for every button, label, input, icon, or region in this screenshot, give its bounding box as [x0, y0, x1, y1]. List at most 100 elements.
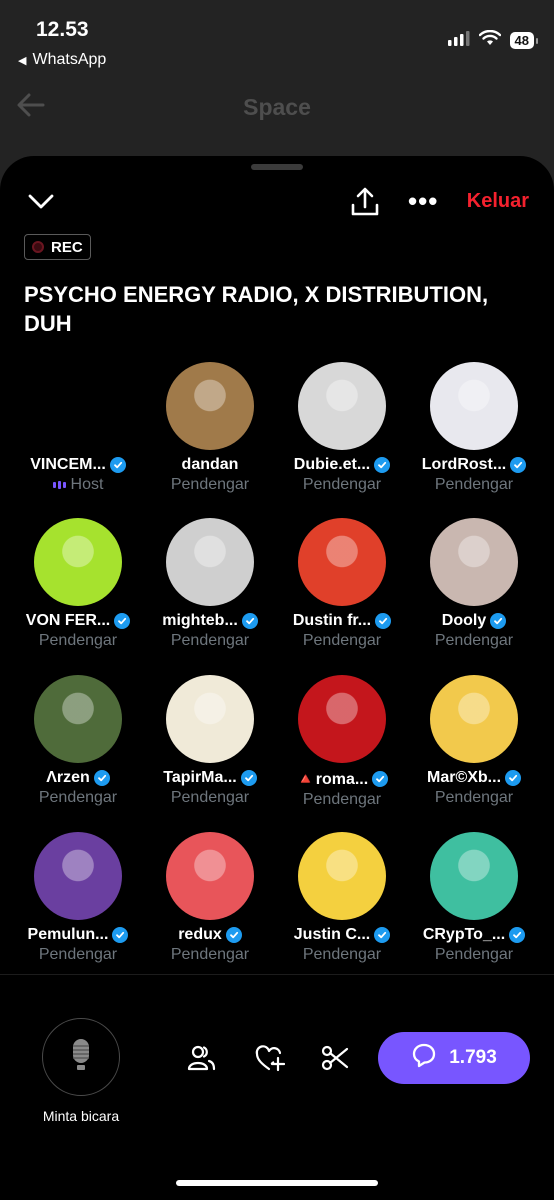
participant-role-row: Pendengar — [408, 632, 540, 650]
avatar[interactable] — [166, 832, 254, 920]
comment-count: 1.793 — [449, 1047, 497, 1068]
comments-button[interactable]: 1.793 — [378, 1032, 530, 1084]
space-sheet: ••• Keluar REC PSYCHO ENERGY RADIO, X DI… — [0, 156, 554, 1200]
avatar[interactable] — [166, 518, 254, 606]
participant-role: Host — [70, 476, 104, 493]
participant-name-row: Λrzen — [12, 769, 144, 787]
participant-name: CRypTo_... — [422, 926, 506, 943]
participant-role-row: Pendengar — [12, 789, 144, 807]
verified-badge-icon — [241, 613, 258, 629]
recording-badge: REC — [24, 234, 91, 260]
participant-role: Pendengar — [38, 946, 118, 963]
participant-role-row: Pendengar — [144, 946, 276, 964]
participant-card[interactable]: VINCEM... Host — [12, 362, 144, 494]
participant-card[interactable]: Pemulun... Pendengar — [12, 832, 144, 964]
avatar[interactable] — [34, 832, 122, 920]
clip-scissors-icon[interactable] — [320, 1044, 350, 1077]
avatar[interactable] — [298, 518, 386, 606]
verified-badge-icon — [225, 927, 242, 943]
back-app-label: WhatsApp — [32, 51, 107, 68]
participant-name-row: 🔺roma... — [276, 769, 408, 789]
page-title: Space — [243, 94, 311, 120]
participant-role: Pendengar — [302, 632, 382, 649]
microphone-icon — [68, 1037, 94, 1078]
participant-name-row: mighteb... — [144, 612, 276, 630]
sheet-grabber[interactable] — [251, 164, 303, 170]
participant-card[interactable]: Dubie.et... Pendengar — [276, 362, 408, 494]
participant-role: Pendengar — [302, 946, 382, 963]
participant-role: Pendengar — [434, 789, 514, 806]
participant-card[interactable]: Λrzen Pendengar — [12, 675, 144, 807]
participant-role: Pendengar — [434, 476, 514, 493]
participant-card[interactable]: mighteb... Pendengar — [144, 518, 276, 650]
avatar[interactable] — [166, 362, 254, 450]
participant-name-row: Dustin fr... — [276, 612, 408, 630]
avatar[interactable] — [298, 832, 386, 920]
avatar[interactable] — [34, 675, 122, 763]
leave-button[interactable]: Keluar — [467, 190, 529, 213]
participant-role-row: Pendengar — [276, 946, 408, 964]
avatar[interactable] — [430, 832, 518, 920]
participant-card[interactable]: CRypTo_... Pendengar — [408, 832, 540, 964]
share-icon[interactable] — [350, 186, 380, 223]
verified-badge-icon — [109, 457, 126, 473]
verified-badge-icon — [93, 770, 110, 786]
participant-card[interactable]: VON FER... Pendengar — [12, 518, 144, 650]
participant-role: Pendengar — [434, 632, 514, 649]
verified-badge-icon — [374, 457, 391, 473]
bottom-divider — [0, 974, 554, 975]
sheet-toolbar: ••• Keluar — [0, 186, 554, 222]
verified-badge-icon — [112, 927, 129, 943]
avatar[interactable] — [34, 362, 122, 450]
participant-role-row: Pendengar — [12, 946, 144, 964]
participant-card[interactable]: TapirMa... Pendengar — [144, 675, 276, 807]
avatar[interactable] — [430, 362, 518, 450]
participant-role-row: Pendengar — [276, 791, 408, 809]
back-triangle-icon: ◀ — [18, 54, 27, 67]
participant-name-row: CRypTo_... — [408, 926, 540, 944]
participant-name: Λrzen — [46, 769, 90, 786]
participant-role: Pendengar — [170, 789, 250, 806]
participant-card[interactable]: redux Pendengar — [144, 832, 276, 964]
participant-card[interactable]: dandan Pendengar — [144, 362, 276, 494]
participant-card[interactable]: Justin C... Pendengar — [276, 832, 408, 964]
heart-add-icon[interactable] — [255, 1044, 286, 1077]
participant-role-row: Pendengar — [144, 476, 276, 494]
avatar[interactable] — [430, 518, 518, 606]
participant-name-row: dandan — [144, 456, 276, 474]
participant-card[interactable]: Mar©Xb... Pendengar — [408, 675, 540, 807]
participant-name-row: Mar©Xb... — [408, 769, 540, 787]
verified-badge-icon — [510, 457, 527, 473]
participant-card[interactable]: LordRost... Pendengar — [408, 362, 540, 494]
avatar[interactable] — [298, 675, 386, 763]
participant-name-row: Dooly — [408, 612, 540, 630]
more-options-icon[interactable]: ••• — [408, 188, 438, 214]
status-bar: 12.53 ◀ WhatsApp 48 — [0, 0, 554, 80]
request-speak-button[interactable] — [42, 1018, 120, 1096]
participant-name-row: VON FER... — [12, 612, 144, 630]
avatar[interactable] — [34, 518, 122, 606]
participant-role: Pendengar — [38, 632, 118, 649]
participant-card[interactable]: Dustin fr... Pendengar — [276, 518, 408, 650]
participant-name: Justin C... — [293, 926, 371, 943]
participant-name: mighteb... — [162, 612, 238, 629]
participant-role-row: Pendengar — [12, 632, 144, 650]
participant-name-row: Pemulun... — [12, 926, 144, 944]
participant-card[interactable]: Dooly Pendengar — [408, 518, 540, 650]
participant-name-row: redux — [144, 926, 276, 944]
participant-role: Pendengar — [170, 946, 250, 963]
participant-name: 🔺roma... — [295, 771, 369, 788]
people-icon[interactable] — [186, 1044, 216, 1077]
avatar[interactable] — [430, 675, 518, 763]
chevron-down-icon[interactable] — [26, 188, 56, 219]
participant-name-row: Dubie.et... — [276, 456, 408, 474]
participant-role-row: Pendengar — [144, 789, 276, 807]
avatar[interactable] — [298, 362, 386, 450]
verified-badge-icon — [240, 770, 257, 786]
participant-role: Pendengar — [38, 789, 118, 806]
avatar[interactable] — [166, 675, 254, 763]
participant-name-row: Justin C... — [276, 926, 408, 944]
participant-card[interactable]: 🔺roma... Pendengar — [276, 675, 408, 809]
participant-name: Dooly — [441, 612, 487, 629]
back-to-app-link[interactable]: ◀ WhatsApp — [18, 51, 106, 69]
